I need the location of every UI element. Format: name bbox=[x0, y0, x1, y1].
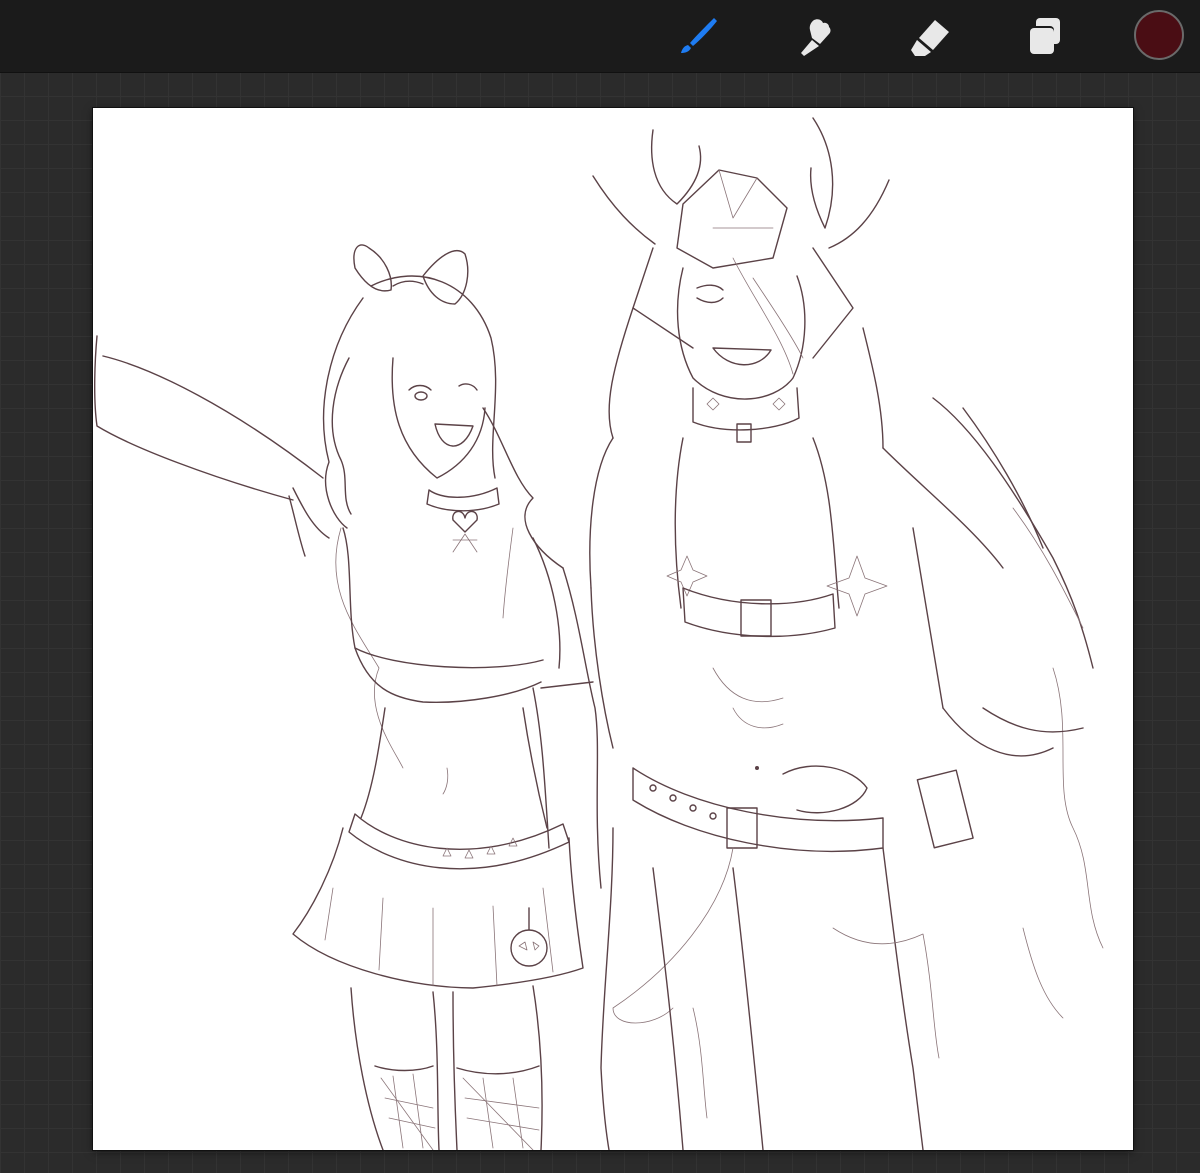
procreate-app bbox=[0, 0, 1200, 1173]
layers-icon bbox=[1022, 14, 1066, 58]
layers-tool-button[interactable] bbox=[1018, 10, 1070, 62]
brush-tool-button[interactable] bbox=[672, 10, 724, 62]
drawing-canvas[interactable] bbox=[93, 108, 1133, 1150]
line-art-sketch bbox=[93, 117, 1104, 1150]
eraser-tool-button[interactable] bbox=[904, 10, 956, 62]
eraser-icon bbox=[907, 14, 953, 58]
brush-icon bbox=[676, 14, 720, 58]
smudge-tool-button[interactable] bbox=[788, 10, 840, 62]
color-picker-button[interactable] bbox=[1134, 10, 1184, 60]
smudge-icon bbox=[792, 14, 836, 58]
top-toolbar bbox=[0, 0, 1200, 73]
